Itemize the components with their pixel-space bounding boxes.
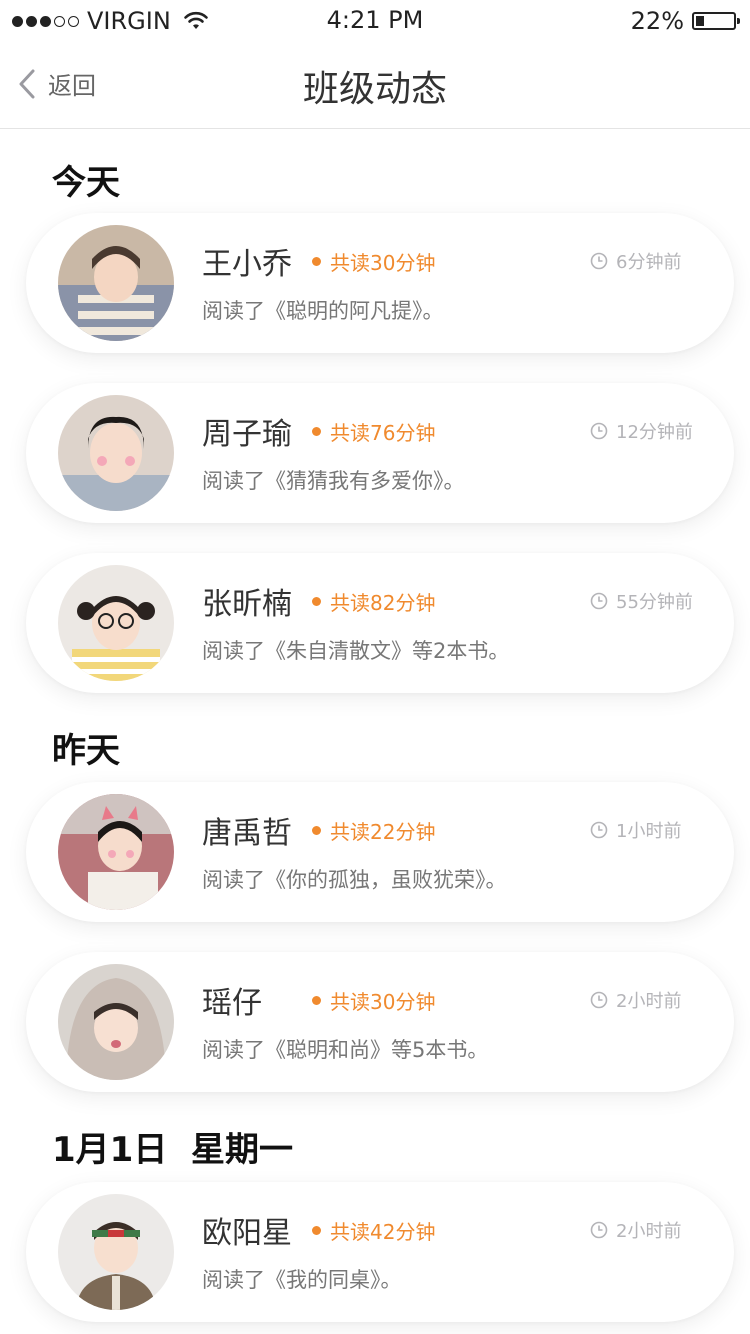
reading-description: 阅读了《聪明和尚》等5本书。: [202, 1038, 489, 1062]
reading-description: 阅读了《聪明的阿凡提》。: [202, 299, 444, 323]
nav-bar: 返回 班级动态: [0, 40, 750, 129]
clock-icon: [590, 821, 608, 839]
reading-duration: 共读30分钟: [330, 990, 436, 1014]
badge-dot-icon: [312, 597, 321, 606]
section-header-yesterday: 昨天: [52, 731, 120, 771]
reading-badge: 共读22分钟: [312, 816, 435, 845]
time-ago: 6分钟前: [616, 252, 682, 273]
avatar[interactable]: [58, 225, 174, 341]
clock-icon: [590, 422, 608, 440]
timestamp: 12分钟前: [590, 418, 693, 444]
time-ago: 2小时前: [616, 991, 682, 1012]
battery-percent: 22%: [630, 7, 684, 35]
reading-duration: 共读82分钟: [330, 591, 436, 615]
timestamp: 2小时前: [590, 987, 681, 1013]
clock-icon: [590, 252, 608, 270]
time-ago: 1小时前: [616, 821, 682, 842]
section-header-today: 今天: [52, 163, 120, 203]
section-header-date: 1月1日 星期一: [52, 1130, 293, 1170]
reading-duration: 共读30分钟: [330, 251, 436, 275]
timestamp: 2小时前: [590, 1217, 681, 1243]
clock-icon: [590, 991, 608, 1009]
page-title: 班级动态: [302, 69, 447, 110]
student-name: 欧阳星: [202, 1216, 292, 1251]
activity-card[interactable]: 周子瑜 共读76分钟 12分钟前 阅读了《猜猜我有多爱你》。: [26, 383, 734, 523]
reading-badge: 共读82分钟: [312, 587, 435, 616]
reading-badge: 共读30分钟: [312, 247, 435, 276]
timestamp: 6分钟前: [590, 248, 681, 274]
student-name: 周子瑜: [202, 417, 292, 452]
avatar[interactable]: [58, 964, 174, 1080]
reading-duration: 共读42分钟: [330, 1220, 436, 1244]
reading-description: 阅读了《猜猜我有多爱你》。: [202, 469, 465, 493]
avatar[interactable]: [58, 565, 174, 681]
student-name: 王小乔: [202, 247, 292, 282]
student-name: 张昕楠: [202, 587, 292, 622]
reading-badge: 共读76分钟: [312, 417, 435, 446]
reading-description: 阅读了《朱自清散文》等2本书。: [202, 639, 510, 663]
activity-card[interactable]: 欧阳星 共读42分钟 2小时前 阅读了《我的同桌》。: [26, 1182, 734, 1322]
status-bar: VIRGIN 4:21 PM 22%: [0, 0, 750, 40]
reading-badge: 共读30分钟: [312, 986, 435, 1015]
activity-card[interactable]: 唐禹哲 共读22分钟 1小时前 阅读了《你的孤独，虽败犹荣》。: [26, 782, 734, 922]
badge-dot-icon: [312, 826, 321, 835]
reading-description: 阅读了《我的同桌》。: [202, 1268, 402, 1292]
activity-card[interactable]: 瑶仔 共读30分钟 2小时前 阅读了《聪明和尚》等5本书。: [26, 952, 734, 1092]
status-right: 22%: [630, 7, 740, 35]
reading-badge: 共读42分钟: [312, 1216, 435, 1245]
battery-level: [696, 16, 704, 26]
student-name: 瑶仔: [202, 986, 262, 1021]
badge-dot-icon: [312, 257, 321, 266]
reading-duration: 共读76分钟: [330, 421, 436, 445]
clock-icon: [590, 592, 608, 610]
reading-description: 阅读了《你的孤独，虽败犹荣》。: [202, 868, 507, 892]
reading-duration: 共读22分钟: [330, 820, 436, 844]
time-ago: 55分钟前: [616, 592, 693, 613]
time-ago: 2小时前: [616, 1221, 682, 1242]
timestamp: 55分钟前: [590, 588, 693, 614]
activity-card[interactable]: 王小乔 共读30分钟 6分钟前 阅读了《聪明的阿凡提》。: [26, 213, 734, 353]
activity-card[interactable]: 张昕楠 共读82分钟 55分钟前 阅读了《朱自清散文》等2本书。: [26, 553, 734, 693]
battery-icon: [692, 12, 740, 30]
time-ago: 12分钟前: [616, 422, 693, 443]
avatar[interactable]: [58, 1194, 174, 1310]
badge-dot-icon: [312, 996, 321, 1005]
badge-dot-icon: [312, 1226, 321, 1235]
avatar[interactable]: [58, 794, 174, 910]
timestamp: 1小时前: [590, 817, 681, 843]
badge-dot-icon: [312, 427, 321, 436]
clock-icon: [590, 1221, 608, 1239]
student-name: 唐禹哲: [202, 816, 292, 851]
avatar[interactable]: [58, 395, 174, 511]
